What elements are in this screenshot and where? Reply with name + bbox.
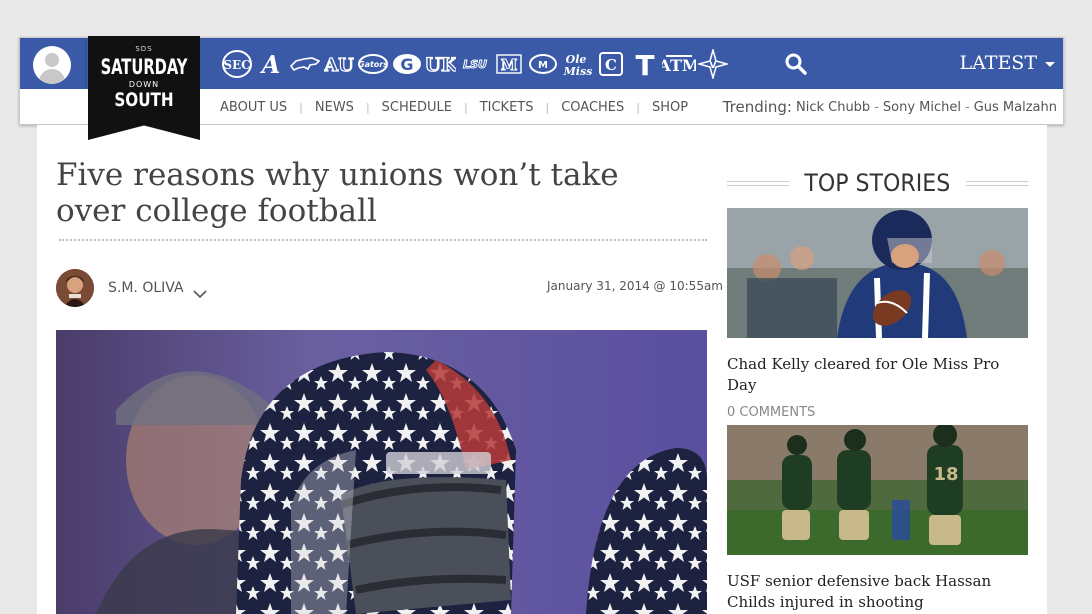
caret-down-icon [1045,61,1055,67]
vanderbilt-icon[interactable]: V [696,49,730,79]
nav-shop[interactable]: SHOP [652,100,688,115]
chevron-down-icon[interactable] [193,286,207,304]
tennessee-icon[interactable]: T [628,49,662,79]
trending-bar: Trending: Nick Chubb - Sony Michel - Gus… [722,98,1057,116]
author-avatar[interactable] [56,269,94,307]
svg-text:AU: AU [324,55,354,76]
svg-text:ATM: ATM [662,56,696,75]
title-divider [59,239,707,241]
auburn-icon[interactable]: AU [322,49,356,79]
svg-text:UK: UK [426,54,456,76]
south-carolina-icon[interactable]: C [594,49,628,79]
ole-miss-icon[interactable]: Ole Miss [560,49,594,79]
svg-text:C: C [605,56,617,74]
svg-text:Miss: Miss [563,65,593,78]
story-card: 18 USF senior defensive back Hassan Chil… [727,425,1028,613]
main-content: Five reasons why unions won’t take over … [37,125,1047,614]
svg-text:LSU: LSU [463,58,487,71]
svg-text:A: A [260,50,281,78]
florida-icon[interactable]: Gators [356,49,390,79]
story-comments[interactable]: 0 COMMENTS [727,405,1028,420]
trending-item[interactable]: Sony Michel [883,100,961,115]
latest-label: LATEST [959,52,1037,74]
top-stories-title: TOP STORIES [804,169,951,197]
main-nav: ABOUT US | NEWS | SCHEDULE | TICKETS | C… [220,100,688,115]
svg-text:SEC: SEC [223,58,250,72]
trending-label: Trending: [722,98,792,116]
trending-item[interactable]: Gus Malzahn [974,100,1057,115]
story-title[interactable]: Chad Kelly cleared for Ole Miss Pro Day [727,354,1028,396]
svg-text:M: M [501,56,518,74]
nav-tickets[interactable]: TICKETS [480,100,534,115]
nav-schedule[interactable]: SCHEDULE [382,100,452,115]
latest-dropdown[interactable]: LATEST [959,52,1055,74]
logo-sds: SDS [135,45,153,53]
team-icons: SEC A AU Gators G UK LSU M M Ole Miss C … [220,48,730,80]
georgia-icon[interactable]: G [390,49,424,79]
secondary-nav: ABOUT US | NEWS | SCHEDULE | TICKETS | C… [220,89,1063,125]
logo-line3: SOUTH [114,89,174,111]
trending-item[interactable]: Nick Chubb [796,100,870,115]
top-stories-heading: TOP STORIES [727,168,1028,198]
story-image[interactable]: 18 [727,425,1028,555]
site-logo[interactable]: SDS SATURDAY DOWN SOUTH [88,36,200,140]
svg-text:G: G [400,55,413,74]
nav-divider: | [365,101,370,114]
nav-divider: | [463,101,468,114]
article-title: Five reasons why unions won’t take over … [56,157,619,229]
alabama-icon[interactable]: A [254,49,288,79]
nav-coaches[interactable]: COACHES [561,100,624,115]
missouri-icon[interactable]: M [526,49,560,79]
user-menu[interactable] [20,38,86,89]
user-avatar-icon[interactable] [33,46,71,84]
story-image[interactable] [727,208,1028,338]
logo-line1: SATURDAY [100,55,188,79]
nav-divider: | [545,101,550,114]
svg-text:Gators: Gators [358,60,388,69]
article-hero-image [56,330,707,614]
story-title[interactable]: USF senior defensive back Hassan Childs … [727,571,1028,613]
author-name[interactable]: S.M. OLIVA [108,280,184,296]
nav-news[interactable]: NEWS [315,100,354,115]
lsu-icon[interactable]: LSU [458,49,492,79]
story-card: Chad Kelly cleared for Ole Miss Pro Day … [727,208,1028,420]
search-icon[interactable] [784,52,808,76]
kentucky-icon[interactable]: UK [424,49,458,79]
svg-text:V: V [710,61,717,71]
logo-line2: DOWN [128,80,160,89]
texas-am-icon[interactable]: ATM [662,49,696,79]
site-header: SEC A AU Gators G UK LSU M M Ole Miss C … [19,36,1064,140]
article-date: January 31, 2014 @ 10:55am [547,279,723,293]
sec-icon[interactable]: SEC [220,49,254,79]
nav-divider: | [299,101,303,114]
svg-text:18: 18 [933,464,958,485]
arkansas-icon[interactable] [288,49,322,79]
nav-divider: | [636,101,640,114]
mississippi-state-icon[interactable]: M [492,49,526,79]
nav-about-us[interactable]: ABOUT US [220,100,287,115]
svg-text:M: M [538,60,548,71]
svg-text:T: T [635,50,654,78]
